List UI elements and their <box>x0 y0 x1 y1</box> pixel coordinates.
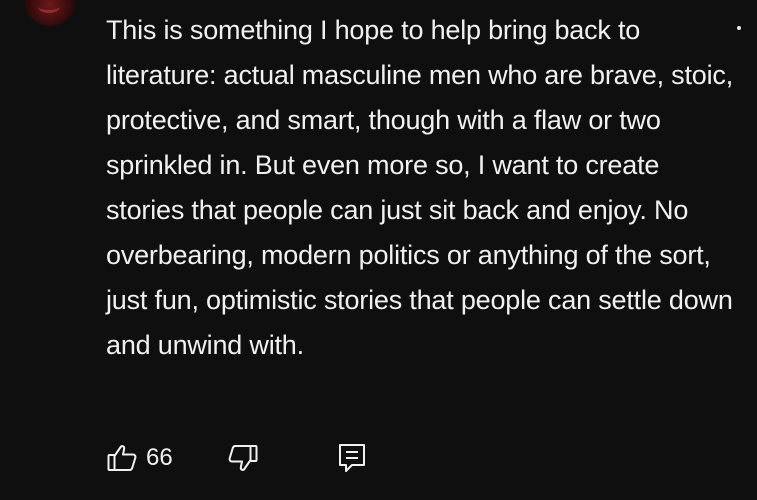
comment-text: This is something I hope to help bring b… <box>106 15 733 360</box>
thumbs-down-icon <box>227 442 259 474</box>
dislike-button[interactable] <box>227 442 259 474</box>
author-line-cropped <box>100 0 720 4</box>
like-button[interactable]: 66 <box>106 442 173 474</box>
avatar[interactable] <box>24 0 76 26</box>
reply-comment-icon <box>337 442 367 474</box>
reply-button[interactable] <box>337 442 367 474</box>
like-count: 66 <box>146 444 173 471</box>
thumbs-up-icon <box>106 442 138 474</box>
comment-actions: 66 <box>106 440 367 476</box>
